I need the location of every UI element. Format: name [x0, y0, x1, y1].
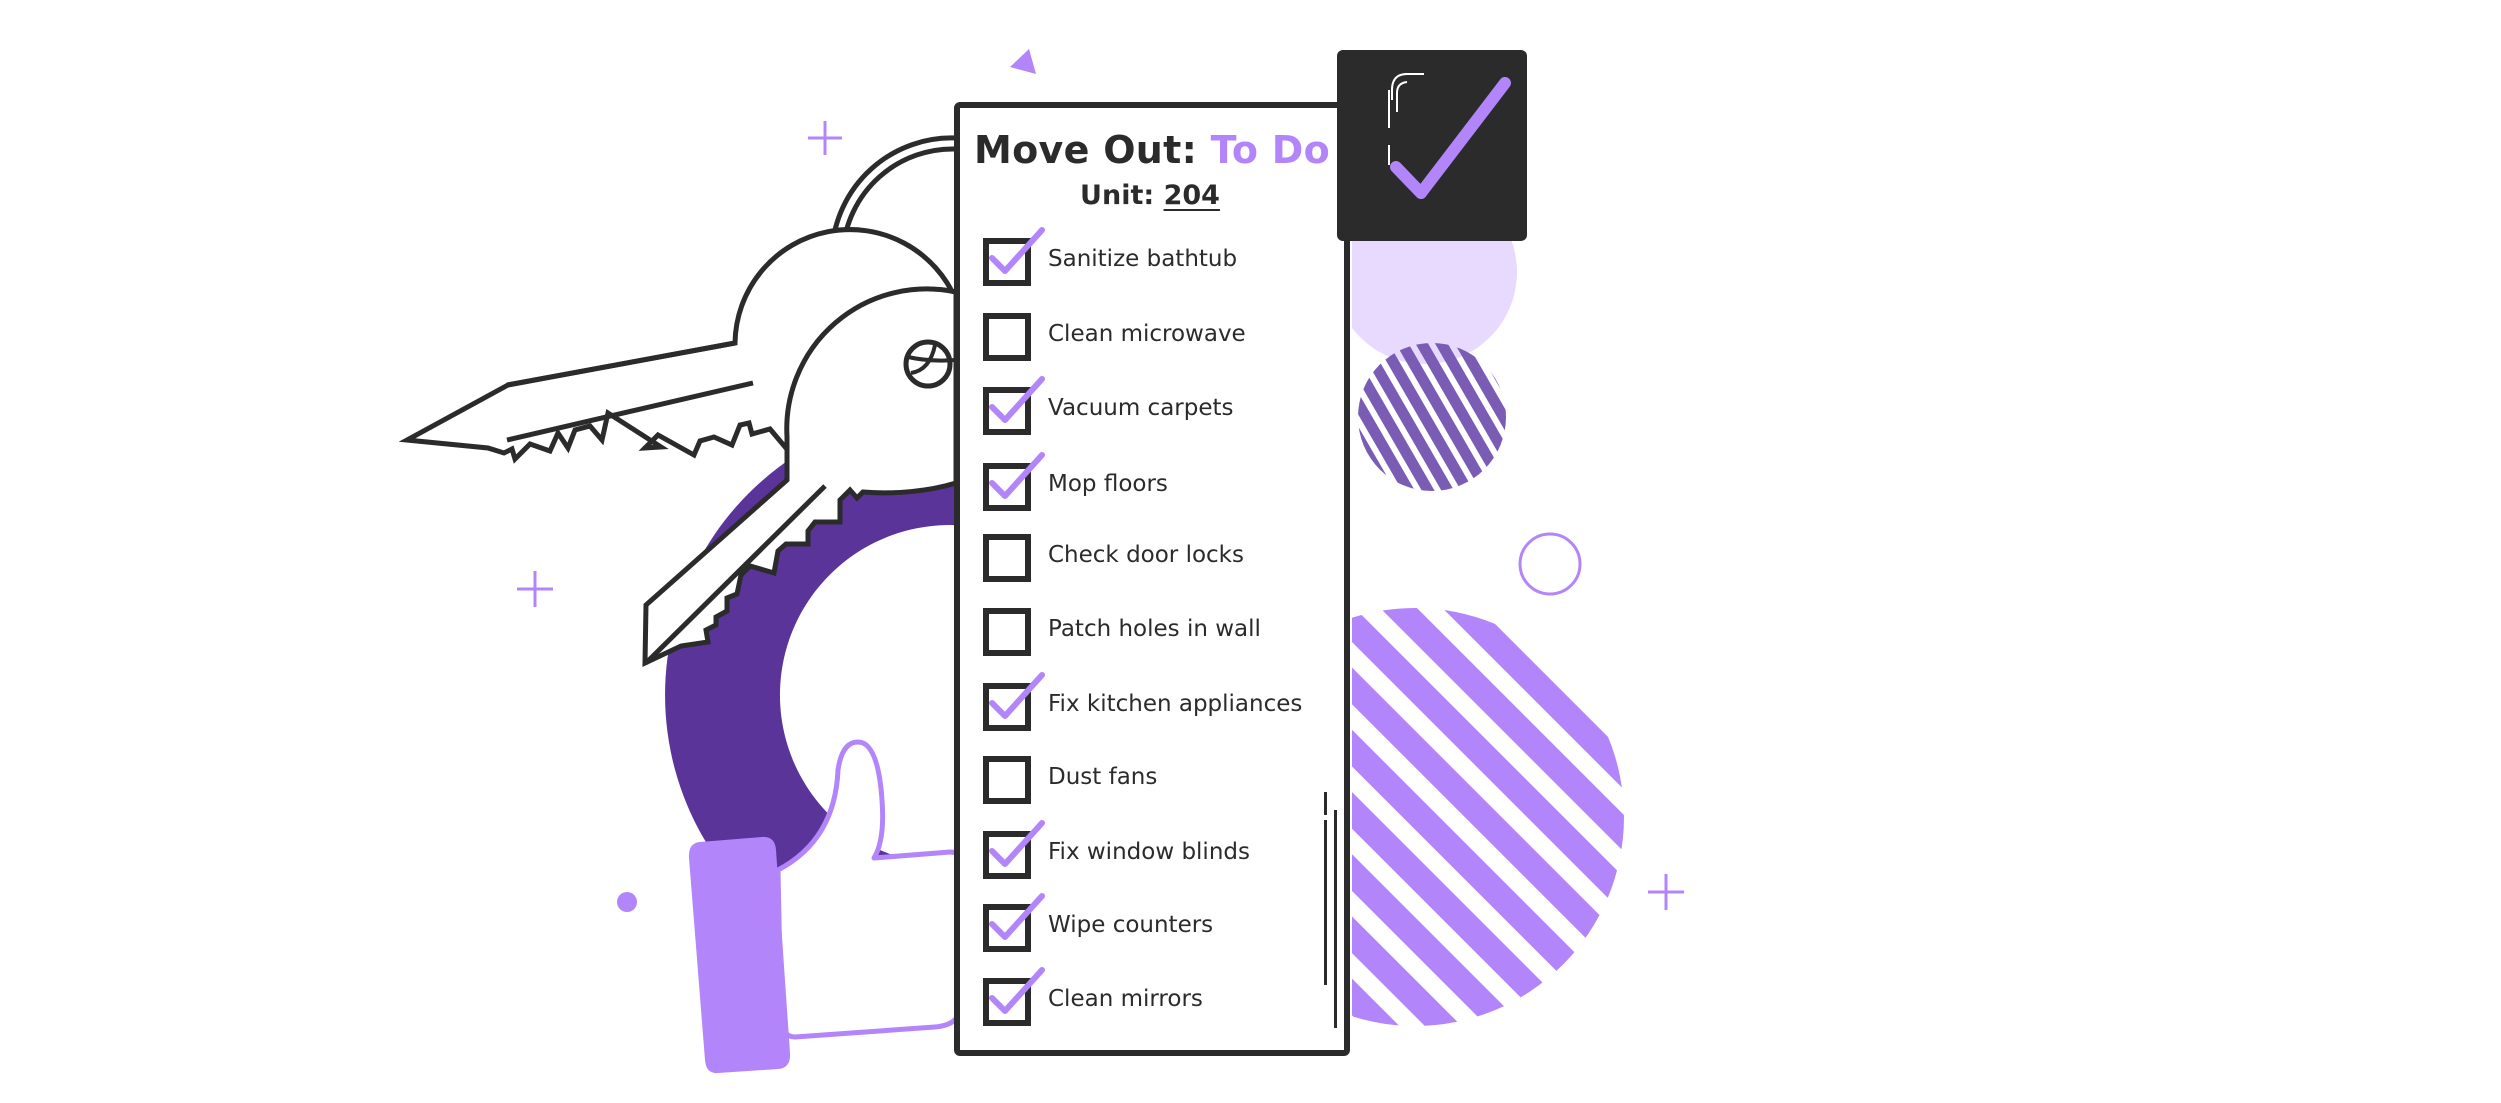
- checklist-item[interactable]: Clean mirrors: [983, 967, 1313, 1026]
- triangle-decoration: [1010, 49, 1036, 74]
- checklist-panel: Move Out: To Do Unit: 204 Sanitize batht…: [954, 102, 1350, 1056]
- checklist-item[interactable]: Fix kitchen appliances: [983, 672, 1313, 731]
- checklist-item[interactable]: Fix window blinds: [983, 820, 1313, 879]
- checklist-item[interactable]: Dust fans: [983, 756, 1313, 804]
- checkbox-checked[interactable]: [983, 238, 1031, 286]
- checkbox-checked[interactable]: [983, 904, 1031, 952]
- checkbox-checked[interactable]: [983, 463, 1031, 511]
- checklist-item-label: Dust fans: [1048, 764, 1158, 790]
- unit-label: Unit:: [1080, 180, 1164, 211]
- checklist-item-label: Sanitize bathtub: [1048, 246, 1238, 272]
- plus-icon: [808, 121, 842, 155]
- completed-badge[interactable]: [1337, 50, 1527, 241]
- checklist-item[interactable]: Sanitize bathtub: [983, 227, 1313, 286]
- checklist-item-label: Check door locks: [1048, 542, 1244, 568]
- title-accent: To Do: [1210, 128, 1330, 172]
- checklist-item-label: Mop floors: [1048, 471, 1168, 497]
- checkbox-checked[interactable]: [983, 978, 1031, 1026]
- checklist-item-label: Fix window blinds: [1048, 839, 1250, 865]
- ring-outline-decoration: [1518, 532, 1582, 596]
- plus-icon: [1648, 874, 1684, 910]
- checklist-item-label: Wipe counters: [1048, 912, 1214, 938]
- plus-icon: [517, 571, 553, 607]
- checklist-item-label: Clean mirrors: [1048, 986, 1203, 1012]
- scrollbar-thumb[interactable]: [1324, 820, 1327, 985]
- checklist-item[interactable]: Mop floors: [983, 452, 1313, 511]
- checklist-item[interactable]: Vacuum carpets: [983, 376, 1313, 435]
- checklist-item-label: Fix kitchen appliances: [1048, 691, 1303, 717]
- checklist-item-label: Vacuum carpets: [1048, 395, 1234, 421]
- striped-circle-small: [1358, 343, 1506, 491]
- checklist-item[interactable]: Patch holes in wall: [983, 608, 1313, 656]
- checkbox-unchecked[interactable]: [983, 756, 1031, 804]
- checkbox-checked[interactable]: [983, 683, 1031, 731]
- checklist-title: Move Out: To Do: [960, 128, 1344, 172]
- checkbox-unchecked[interactable]: [983, 534, 1031, 582]
- checkbox-checked[interactable]: [983, 831, 1031, 879]
- unit-value: 204: [1163, 180, 1220, 211]
- checklist-item[interactable]: Check door locks: [983, 534, 1313, 582]
- checkmark-icon: [1388, 73, 1511, 199]
- checklist-item-label: Patch holes in wall: [1048, 616, 1261, 642]
- unit-line: Unit: 204: [960, 180, 1344, 211]
- checklist-item[interactable]: Wipe counters: [983, 893, 1313, 952]
- checklist-item-label: Clean microwave: [1048, 321, 1246, 347]
- checkbox-unchecked[interactable]: [983, 313, 1031, 361]
- dot-decoration: [617, 892, 637, 912]
- scrollbar-track[interactable]: [1324, 792, 1327, 815]
- checklist-item[interactable]: Clean microwave: [983, 313, 1313, 361]
- checkbox-unchecked[interactable]: [983, 608, 1031, 656]
- title-main: Move Out:: [974, 128, 1211, 172]
- scrollbar-rail: [1334, 810, 1337, 1028]
- checkbox-checked[interactable]: [983, 387, 1031, 435]
